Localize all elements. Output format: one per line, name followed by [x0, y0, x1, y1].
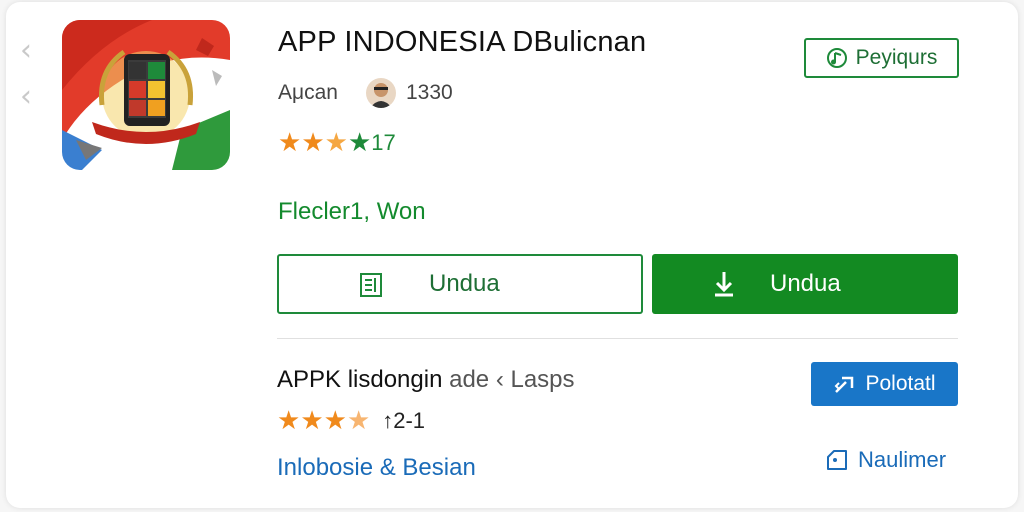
related-rating-value: ↑2-1: [382, 408, 426, 433]
secondary-download-button[interactable]: Undua: [277, 254, 643, 314]
developer-count: 1330: [405, 81, 453, 104]
rating-value: 17: [371, 130, 396, 155]
share-button[interactable]: Polotatl: [811, 362, 958, 406]
star-icon: ★: [278, 128, 302, 158]
star-icon: ★: [347, 128, 372, 158]
app-card: ‹ ‹ APP INDONESIA DBulicnan Aμcan 1330 ★…: [6, 2, 1018, 508]
category-link[interactable]: Inlobosie & Besian: [277, 454, 476, 482]
secondary-download-label: Undua: [429, 270, 500, 297]
tag-icon: [827, 450, 847, 470]
download-icon: [715, 272, 733, 297]
music-note-icon: [826, 48, 847, 68]
star-icon: ★: [300, 406, 324, 436]
document-icon: [360, 273, 382, 297]
rating-row: ★ ★ ★ ★ 17: [278, 128, 396, 158]
primary-download-label: Undua: [770, 270, 841, 297]
app-icon-artwork: [62, 20, 230, 170]
share-button-label: Polotatl: [865, 372, 936, 395]
chevron-left-icon[interactable]: ‹: [20, 36, 38, 66]
publisher-link[interactable]: Flecler1, Won: [278, 198, 426, 226]
app-title: APP INDONESIA DBulicnan: [278, 26, 647, 58]
tag-button[interactable]: Naulimer: [824, 442, 946, 478]
follow-button-label: Peyiqurs: [855, 46, 938, 69]
developer-row: Aμcan 1330: [278, 76, 453, 110]
star-icon: ★: [301, 128, 325, 158]
chevron-left-icon[interactable]: ‹: [20, 82, 38, 112]
divider: [277, 338, 958, 339]
person-icon: [365, 78, 396, 108]
related-rating-row: ★ ★ ★ ★ ↑2-1: [277, 406, 425, 436]
avatar: [365, 78, 396, 108]
related-app-title[interactable]: APPK lisdongin ade ‹ Lasps: [277, 366, 575, 394]
share-icon: [835, 376, 854, 393]
related-title-main: APPK lisdongin: [277, 366, 443, 393]
follow-button[interactable]: Peyiqurs: [804, 38, 959, 78]
developer-name[interactable]: Aμcan: [278, 81, 338, 105]
star-icon: ★: [324, 128, 348, 158]
app-icon: [62, 20, 230, 170]
star-icon: ★: [323, 406, 347, 436]
related-title-faded: ade ‹ Lasps: [449, 366, 575, 393]
primary-download-button[interactable]: Undua: [652, 254, 958, 314]
tag-button-label: Naulimer: [858, 447, 947, 472]
star-icon: ★: [277, 406, 301, 436]
star-icon: ★: [346, 406, 371, 436]
